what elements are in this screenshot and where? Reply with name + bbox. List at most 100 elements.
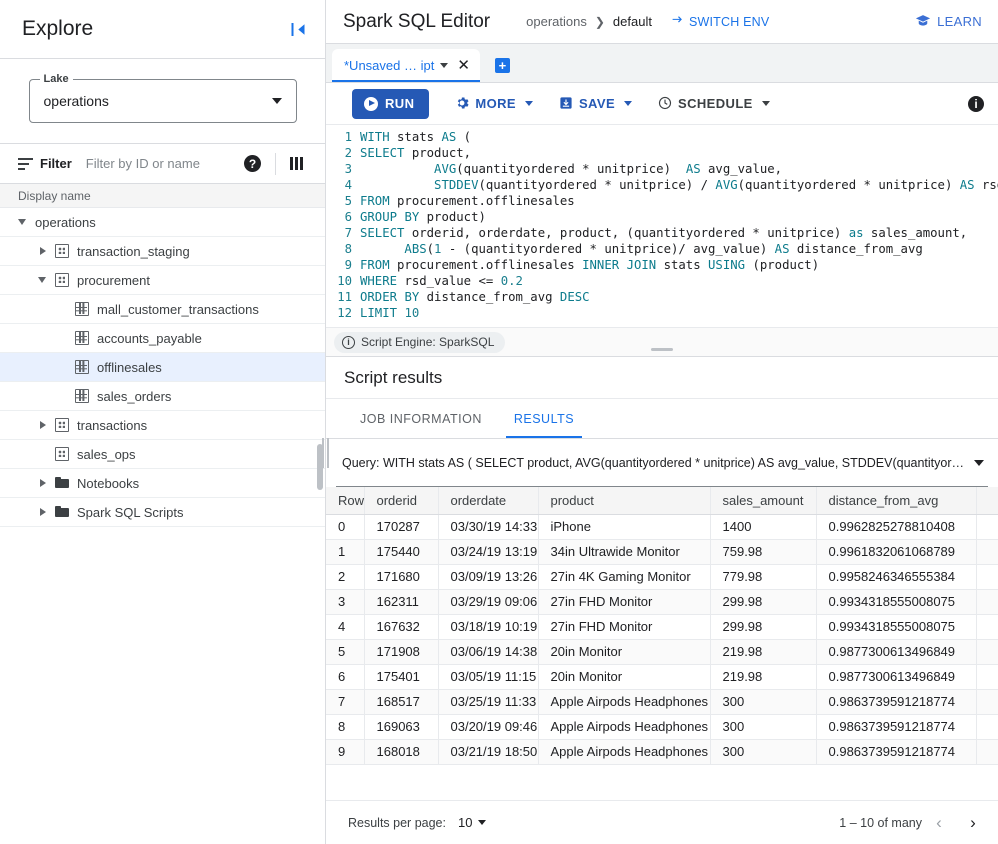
schedule-button[interactable]: SCHEDULE (658, 96, 770, 112)
search-input[interactable] (85, 156, 206, 171)
results-per-page-label: Results per page: (348, 815, 446, 830)
column-header-distance_from_avg[interactable]: distance_from_avg (816, 487, 977, 515)
learn-button[interactable]: LEARN (915, 14, 982, 30)
query-selector[interactable]: Query: WITH stats AS ( SELECT product, A… (336, 439, 988, 487)
tree-item-transaction-staging[interactable]: transaction_staging (0, 237, 325, 266)
lake-select[interactable]: Lake operations (28, 73, 297, 123)
columns-icon[interactable] (290, 157, 303, 170)
database-icon (55, 418, 69, 432)
tree-item-transactions[interactable]: transactions (0, 411, 325, 440)
table-row[interactable]: 8 169063 03/20/19 09:46 Apple Airpods Headp… (326, 714, 998, 740)
table-cell-row: 6 (326, 664, 365, 690)
table-cell-distance_from_avg: 0.9958246346555384 (816, 564, 977, 590)
tree-item-notebooks[interactable]: Notebooks (0, 469, 325, 498)
next-page-button[interactable]: › (956, 806, 990, 840)
chevron-down-icon (524, 101, 533, 106)
table-cell-product: 34in Ultrawide Monitor (538, 539, 711, 565)
run-button[interactable]: RUN (352, 88, 430, 119)
tree-item-offlinesales[interactable]: offlinesales (0, 353, 325, 382)
collapse-panel-icon[interactable] (290, 21, 307, 38)
results-per-page-select[interactable]: 10 (458, 815, 487, 830)
chevron-down-icon[interactable] (440, 63, 449, 68)
code-text: ORDER BY distance_from_avg DESC (360, 290, 590, 304)
sidebar-resize-handle[interactable] (322, 430, 329, 478)
column-header-product[interactable]: product (538, 487, 711, 515)
code-line: 8 ABS(1 - (quantityordered * unitprice)/… (326, 241, 998, 257)
table-icon (75, 389, 89, 403)
table-row[interactable]: 0 170287 03/30/19 14:33 iPhone 1400 0.9962825… (326, 514, 998, 540)
more-button[interactable]: MORE (455, 96, 533, 112)
line-number: 10 (337, 274, 352, 288)
caret-right-icon[interactable] (38, 507, 48, 517)
column-header-row[interactable]: Row (326, 487, 365, 515)
table-row[interactable]: 2 171680 03/09/19 13:26 27in 4K Gaming Moni… (326, 564, 998, 590)
table-row[interactable]: 4 167632 03/18/19 10:19 27in FHD Monitor 299… (326, 614, 998, 640)
explore-sidebar: Explore Lake operations Filter ? (0, 0, 329, 844)
schedule-label: SCHEDULE (678, 96, 753, 111)
close-icon[interactable]: ✕ (457, 58, 470, 73)
table-cell-extra (976, 539, 998, 565)
column-header-orderdate[interactable]: orderdate (438, 487, 539, 515)
filter-bar: Filter ? (0, 144, 325, 184)
tab-unsaved-script[interactable]: *Unsaved … ipt ✕ (332, 49, 480, 82)
add-tab-button[interactable]: + (494, 58, 510, 73)
chevron-down-icon (624, 101, 633, 106)
tree-item-label: transactions (77, 417, 148, 433)
gear-icon (455, 96, 469, 112)
caret-down-icon[interactable] (38, 275, 48, 285)
table-cell-orderdate: 03/20/19 09:46 (438, 714, 539, 740)
caret-right-icon[interactable] (38, 246, 48, 256)
switch-env-button[interactable]: SWITCH ENV (670, 14, 769, 30)
breadcrumb-item-lake[interactable]: operations (526, 14, 587, 29)
caret-down-icon[interactable] (18, 217, 28, 227)
caret-right-icon[interactable] (38, 420, 48, 430)
info-icon[interactable]: i (968, 95, 984, 112)
tree-item-procurement[interactable]: procurement (0, 266, 325, 295)
graduation-cap-icon (915, 14, 931, 30)
sql-code-editor[interactable]: 1 WITH stats AS (2 SELECT product, 3 AVG(qu… (326, 125, 998, 327)
column-header-orderid[interactable]: orderid (364, 487, 439, 515)
filter-icon[interactable] (18, 157, 33, 170)
tab-results[interactable]: RESULTS (498, 399, 590, 438)
previous-page-button[interactable]: ‹ (922, 806, 956, 840)
table-cell-orderdate: 03/06/19 14:38 (438, 639, 539, 665)
app-title: Spark SQL Editor (343, 10, 491, 32)
tree-item-sales-ops[interactable]: sales_ops (0, 440, 325, 469)
table-row[interactable]: 3 162311 03/29/19 09:06 27in FHD Monitor 299… (326, 589, 998, 615)
table-cell-sales_amount: 219.98 (710, 664, 817, 690)
column-header-extra[interactable] (976, 487, 998, 515)
breadcrumb-item-env[interactable]: default (613, 14, 652, 29)
tree-item-accounts-payable[interactable]: accounts_payable (0, 324, 325, 353)
help-circle-icon[interactable]: ? (244, 155, 261, 172)
column-header-sales_amount[interactable]: sales_amount (710, 487, 817, 515)
filter-label: Filter (40, 156, 72, 171)
table-row[interactable]: 6 175401 03/05/19 11:15 20in Monitor 219.98 0… (326, 664, 998, 690)
table-cell-distance_from_avg: 0.9877300613496849 (816, 639, 977, 665)
caret-right-icon[interactable] (38, 478, 48, 488)
tree-item-operations[interactable]: operations (0, 208, 325, 237)
chevron-down-icon (271, 98, 282, 104)
code-line: 2 SELECT product, (326, 145, 998, 161)
line-number: 8 (344, 242, 352, 256)
table-row[interactable]: 9 168018 03/21/19 18:50 Apple Airpods Headp… (326, 739, 998, 765)
tree-item-spark-sql-scripts[interactable]: Spark SQL Scripts (0, 498, 325, 527)
tree-item-mall-customer-transactions[interactable]: mall_customer_transactions (0, 295, 325, 324)
learn-label: LEARN (937, 14, 982, 29)
table-row[interactable]: 7 168517 03/25/19 11:33 Apple Airpods Headp… (326, 689, 998, 715)
table-cell-orderid: 175440 (364, 539, 439, 565)
tree-item-sales-orders[interactable]: sales_orders (0, 382, 325, 411)
table-row[interactable]: 1 175440 03/24/19 13:19 34in Ultrawide Moni… (326, 539, 998, 565)
code-text: SELECT orderid, orderdate, product, (qua… (360, 226, 968, 240)
tab-active-indicator (332, 79, 480, 82)
tab-job-information[interactable]: JOB INFORMATION (344, 399, 498, 438)
table-cell-row: 8 (326, 714, 365, 740)
code-text: GROUP BY product) (360, 210, 486, 224)
code-text: AVG(quantityordered * unitprice) AS avg_… (434, 162, 783, 176)
table-cell-row: 9 (326, 739, 365, 765)
code-line: 9 FROM procurement.offlinesales INNER JOI… (326, 257, 998, 273)
splitter-drag-handle[interactable] (651, 348, 673, 351)
line-number: 6 (344, 210, 352, 224)
line-number: 4 (344, 178, 352, 192)
save-button[interactable]: SAVE (559, 96, 633, 112)
table-row[interactable]: 5 171908 03/06/19 14:38 20in Monitor 219.98 0… (326, 639, 998, 665)
